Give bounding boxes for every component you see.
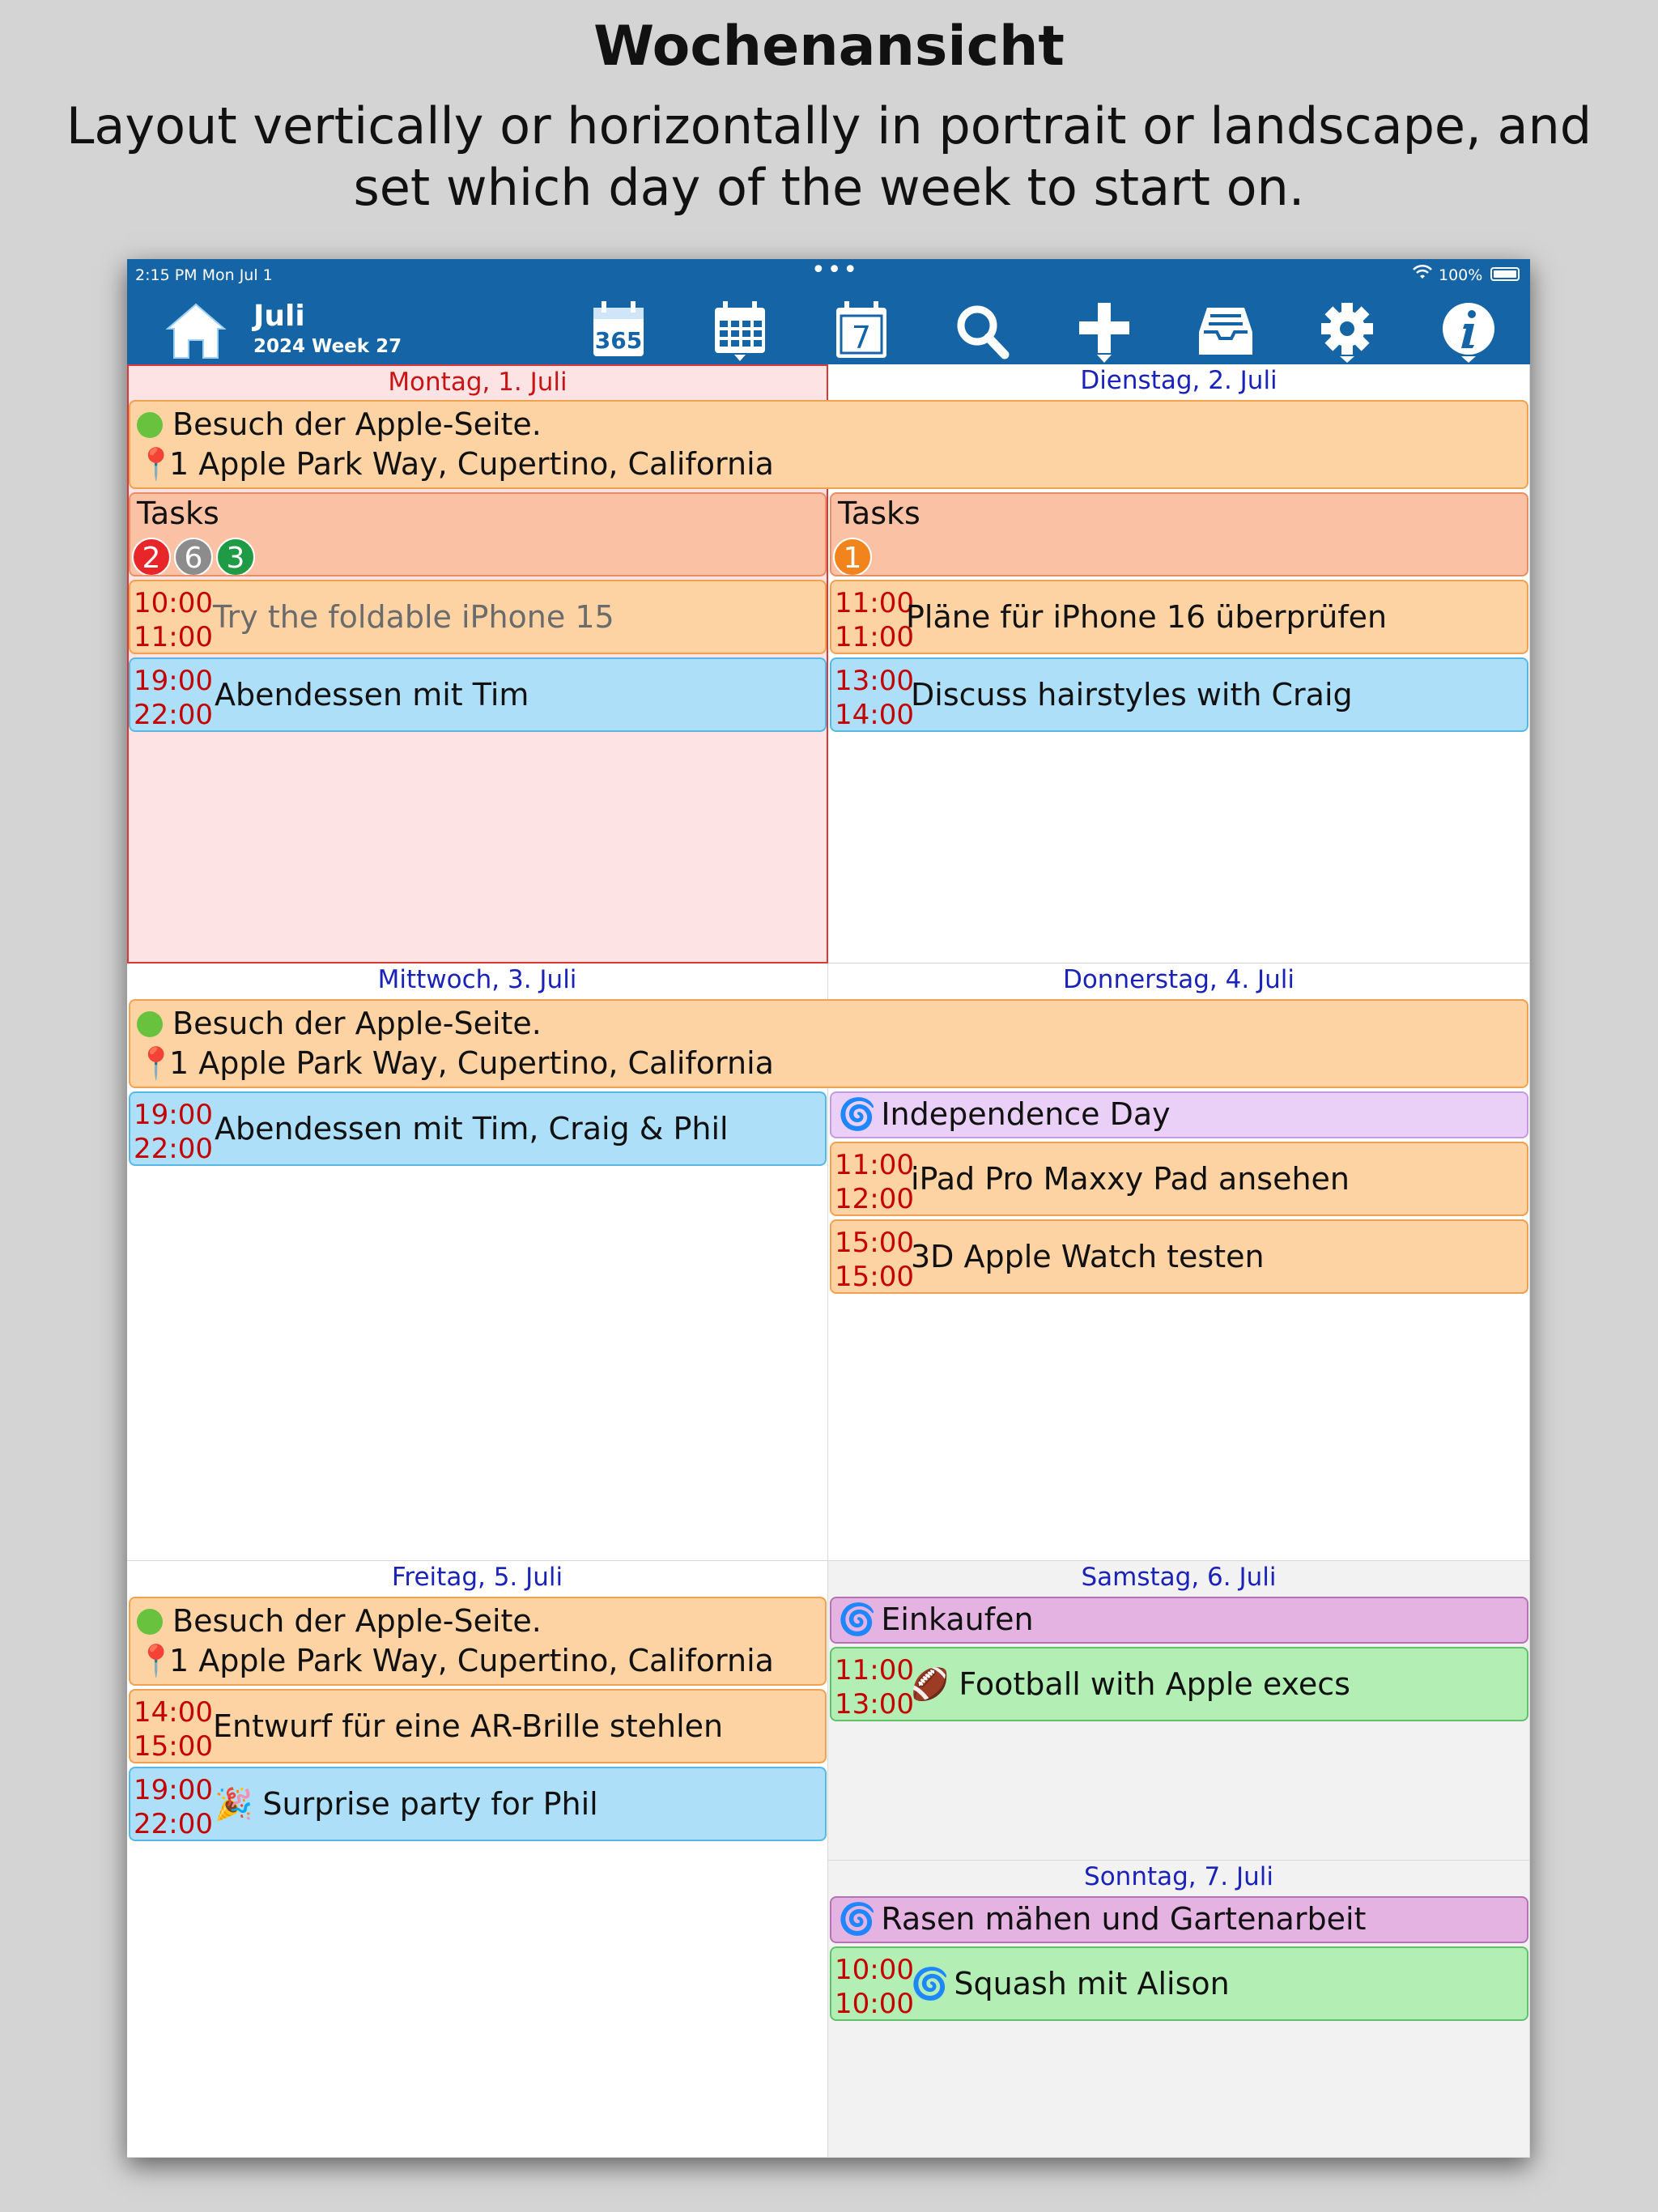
multiday-event-apple-visit[interactable]: Besuch der Apple-Seite. 📍1 Apple Park Wa… (129, 400, 1528, 489)
day-header-sunday[interactable]: Sonntag, 7. Juli (828, 1862, 1529, 1891)
tasks-label: Tasks (137, 496, 219, 531)
info-icon[interactable] (1432, 296, 1505, 364)
location-pin-icon: 📍 (137, 446, 176, 482)
event-title: Besuch der Apple-Seite. (172, 1603, 542, 1639)
home-icon[interactable] (159, 296, 232, 364)
allday-event-sunday[interactable]: 🌀 Rasen mähen und Gartenarbeit (830, 1896, 1528, 1943)
month-view-icon[interactable] (704, 296, 776, 364)
month-title: Juli (253, 300, 305, 333)
apple-icon (137, 1011, 163, 1037)
task-badge-pending: 6 (174, 538, 213, 575)
settings-icon[interactable] (1311, 296, 1384, 364)
swirl-icon: 🌀 (911, 1966, 950, 2001)
event-thursday-1[interactable]: 11:00 12:00 iPad Pro Maxxy Pad ansehen (830, 1142, 1528, 1216)
event-tuesday-1[interactable]: 11:00 11:00 Pläne für iPhone 16 überprüfe… (830, 580, 1528, 654)
event-times: 19:00 22:00 (134, 1099, 213, 1165)
week-title: 2024 Week 27 (253, 336, 402, 357)
marketing-title: Wochenansicht (593, 15, 1065, 79)
event-sunday-1[interactable]: 10:00 10:00 🌀 Squash mit Alison (830, 1946, 1528, 2021)
event-tuesday-2[interactable]: 13:00 14:00 Discuss hairstyles with Craig (830, 657, 1528, 732)
event-times: 14:00 15:00 (134, 1696, 213, 1763)
event-title: Try the foldable iPhone 15 (213, 599, 614, 635)
apple-icon (137, 1609, 163, 1635)
week-grid: Montag, 1. Juli Dienstag, 2. Juli Mittwo… (127, 364, 1530, 2158)
multitask-dots[interactable]: ••• (811, 259, 859, 284)
marketing-subtitle: Layout vertically or horizontally in por… (66, 96, 1592, 217)
event-saturday-1[interactable]: 11:00 13:00 🏈 Football with Apple execs (830, 1647, 1528, 1721)
day-header-friday[interactable]: Freitag, 5. Juli (127, 1563, 827, 1592)
event-location: 1 Apple Park Way, Cupertino, California (169, 1045, 774, 1081)
event-wednesday-1[interactable]: 19:00 22:00 Abendessen mit Tim, Craig & P… (129, 1091, 827, 1166)
event-title: Abendessen mit Tim, Craig & Phil (215, 1111, 729, 1146)
location-pin-icon: 📍 (137, 1643, 176, 1678)
event-title: 3D Apple Watch testen (911, 1239, 1265, 1274)
year-view-icon[interactable]: 365 (582, 296, 655, 364)
event-title: 🎉 Surprise party for Phil (215, 1786, 598, 1822)
apple-icon (137, 412, 163, 438)
tasks-label: Tasks (838, 496, 920, 531)
add-icon[interactable] (1068, 296, 1141, 364)
status-time: 2:15 PM Mon Jul 1 (135, 266, 273, 284)
day-view-icon[interactable]: 7 (825, 296, 898, 364)
multiday-event-apple-visit[interactable]: Besuch der Apple-Seite. 📍1 Apple Park Wa… (129, 999, 1528, 1088)
task-badge-done: 3 (216, 538, 255, 575)
event-times: 13:00 14:00 (835, 665, 914, 731)
toolbar: Juli 2024 Week 27 365 7 (127, 291, 1530, 364)
svg-text:7: 7 (852, 320, 871, 355)
event-title: 🏈 Football with Apple execs (911, 1666, 1350, 1702)
event-title: Rasen mähen und Gartenarbeit (881, 1901, 1367, 1937)
event-times: 11:00 12:00 (835, 1149, 914, 1215)
inbox-icon[interactable] (1189, 296, 1262, 364)
task-badge-pending: 1 (833, 538, 872, 575)
day-header-thursday[interactable]: Donnerstag, 4. Juli (828, 965, 1529, 994)
event-location: 1 Apple Park Way, Cupertino, California (169, 1643, 774, 1678)
location-pin-icon: 📍 (137, 1045, 176, 1081)
event-title: iPad Pro Maxxy Pad ansehen (911, 1161, 1350, 1197)
event-title: Squash mit Alison (954, 1966, 1230, 2001)
event-title: Einkaufen (881, 1602, 1034, 1637)
event-title: Discuss hairstyles with Craig (911, 677, 1353, 713)
status-bar: 2:15 PM Mon Jul 1 ••• 100% (127, 259, 1530, 291)
event-title: Abendessen mit Tim (215, 677, 529, 713)
event-times: 10:00 10:00 (835, 1954, 914, 2020)
event-title: Independence Day (881, 1096, 1171, 1132)
wifi-icon (1413, 264, 1432, 285)
event-times: 11:00 11:00 (835, 587, 914, 653)
battery-percent: 100% (1439, 266, 1483, 284)
event-title: Besuch der Apple-Seite. (172, 406, 542, 442)
event-times: 19:00 22:00 (134, 1774, 213, 1840)
allday-event-saturday[interactable]: 🌀 Einkaufen (830, 1597, 1528, 1644)
allday-event-thursday[interactable]: 🌀 Independence Day (830, 1091, 1528, 1138)
event-monday-2[interactable]: 19:00 22:00 Abendessen mit Tim (129, 657, 827, 732)
task-badge-overdue: 2 (132, 538, 171, 575)
swirl-icon: 🌀 (838, 1096, 877, 1132)
event-friday-1[interactable]: 14:00 15:00 Entwurf für eine AR-Brille st… (129, 1689, 827, 1763)
swirl-icon: 🌀 (838, 1602, 877, 1637)
event-times: 15:00 15:00 (835, 1227, 914, 1293)
event-times: 11:00 13:00 (835, 1654, 914, 1721)
day-header-tuesday[interactable]: Dienstag, 2. Juli (828, 366, 1529, 395)
day-header-saturday[interactable]: Samstag, 6. Juli (828, 1563, 1529, 1592)
multiday-event-apple-visit[interactable]: Besuch der Apple-Seite. 📍1 Apple Park Wa… (129, 1597, 827, 1686)
tasks-tuesday[interactable]: Tasks 1 (830, 492, 1528, 576)
event-monday-1[interactable]: 10:00 11:00 Try the foldable iPhone 15 (129, 580, 827, 654)
svg-text:365: 365 (595, 327, 642, 354)
search-icon[interactable] (946, 296, 1019, 364)
ipad-screen: 2:15 PM Mon Jul 1 ••• 100% Juli 2024 Wee… (127, 259, 1530, 2158)
event-friday-2[interactable]: 19:00 22:00 🎉 Surprise party for Phil (129, 1767, 827, 1841)
event-location: 1 Apple Park Way, Cupertino, California (169, 446, 774, 482)
event-title: Pläne für iPhone 16 überprüfen (906, 599, 1388, 635)
event-title: Besuch der Apple-Seite. (172, 1006, 542, 1041)
day-header-wednesday[interactable]: Mittwoch, 3. Juli (127, 965, 827, 994)
day-header-monday[interactable]: Montag, 1. Juli (129, 368, 827, 397)
battery-icon (1490, 267, 1520, 281)
tasks-monday[interactable]: Tasks 2 6 3 (129, 492, 827, 576)
event-thursday-2[interactable]: 15:00 15:00 3D Apple Watch testen (830, 1219, 1528, 1294)
swirl-icon: 🌀 (838, 1901, 877, 1937)
event-title: Entwurf für eine AR-Brille stehlen (213, 1708, 724, 1744)
event-times: 10:00 11:00 (134, 587, 213, 653)
event-times: 19:00 22:00 (134, 665, 213, 731)
